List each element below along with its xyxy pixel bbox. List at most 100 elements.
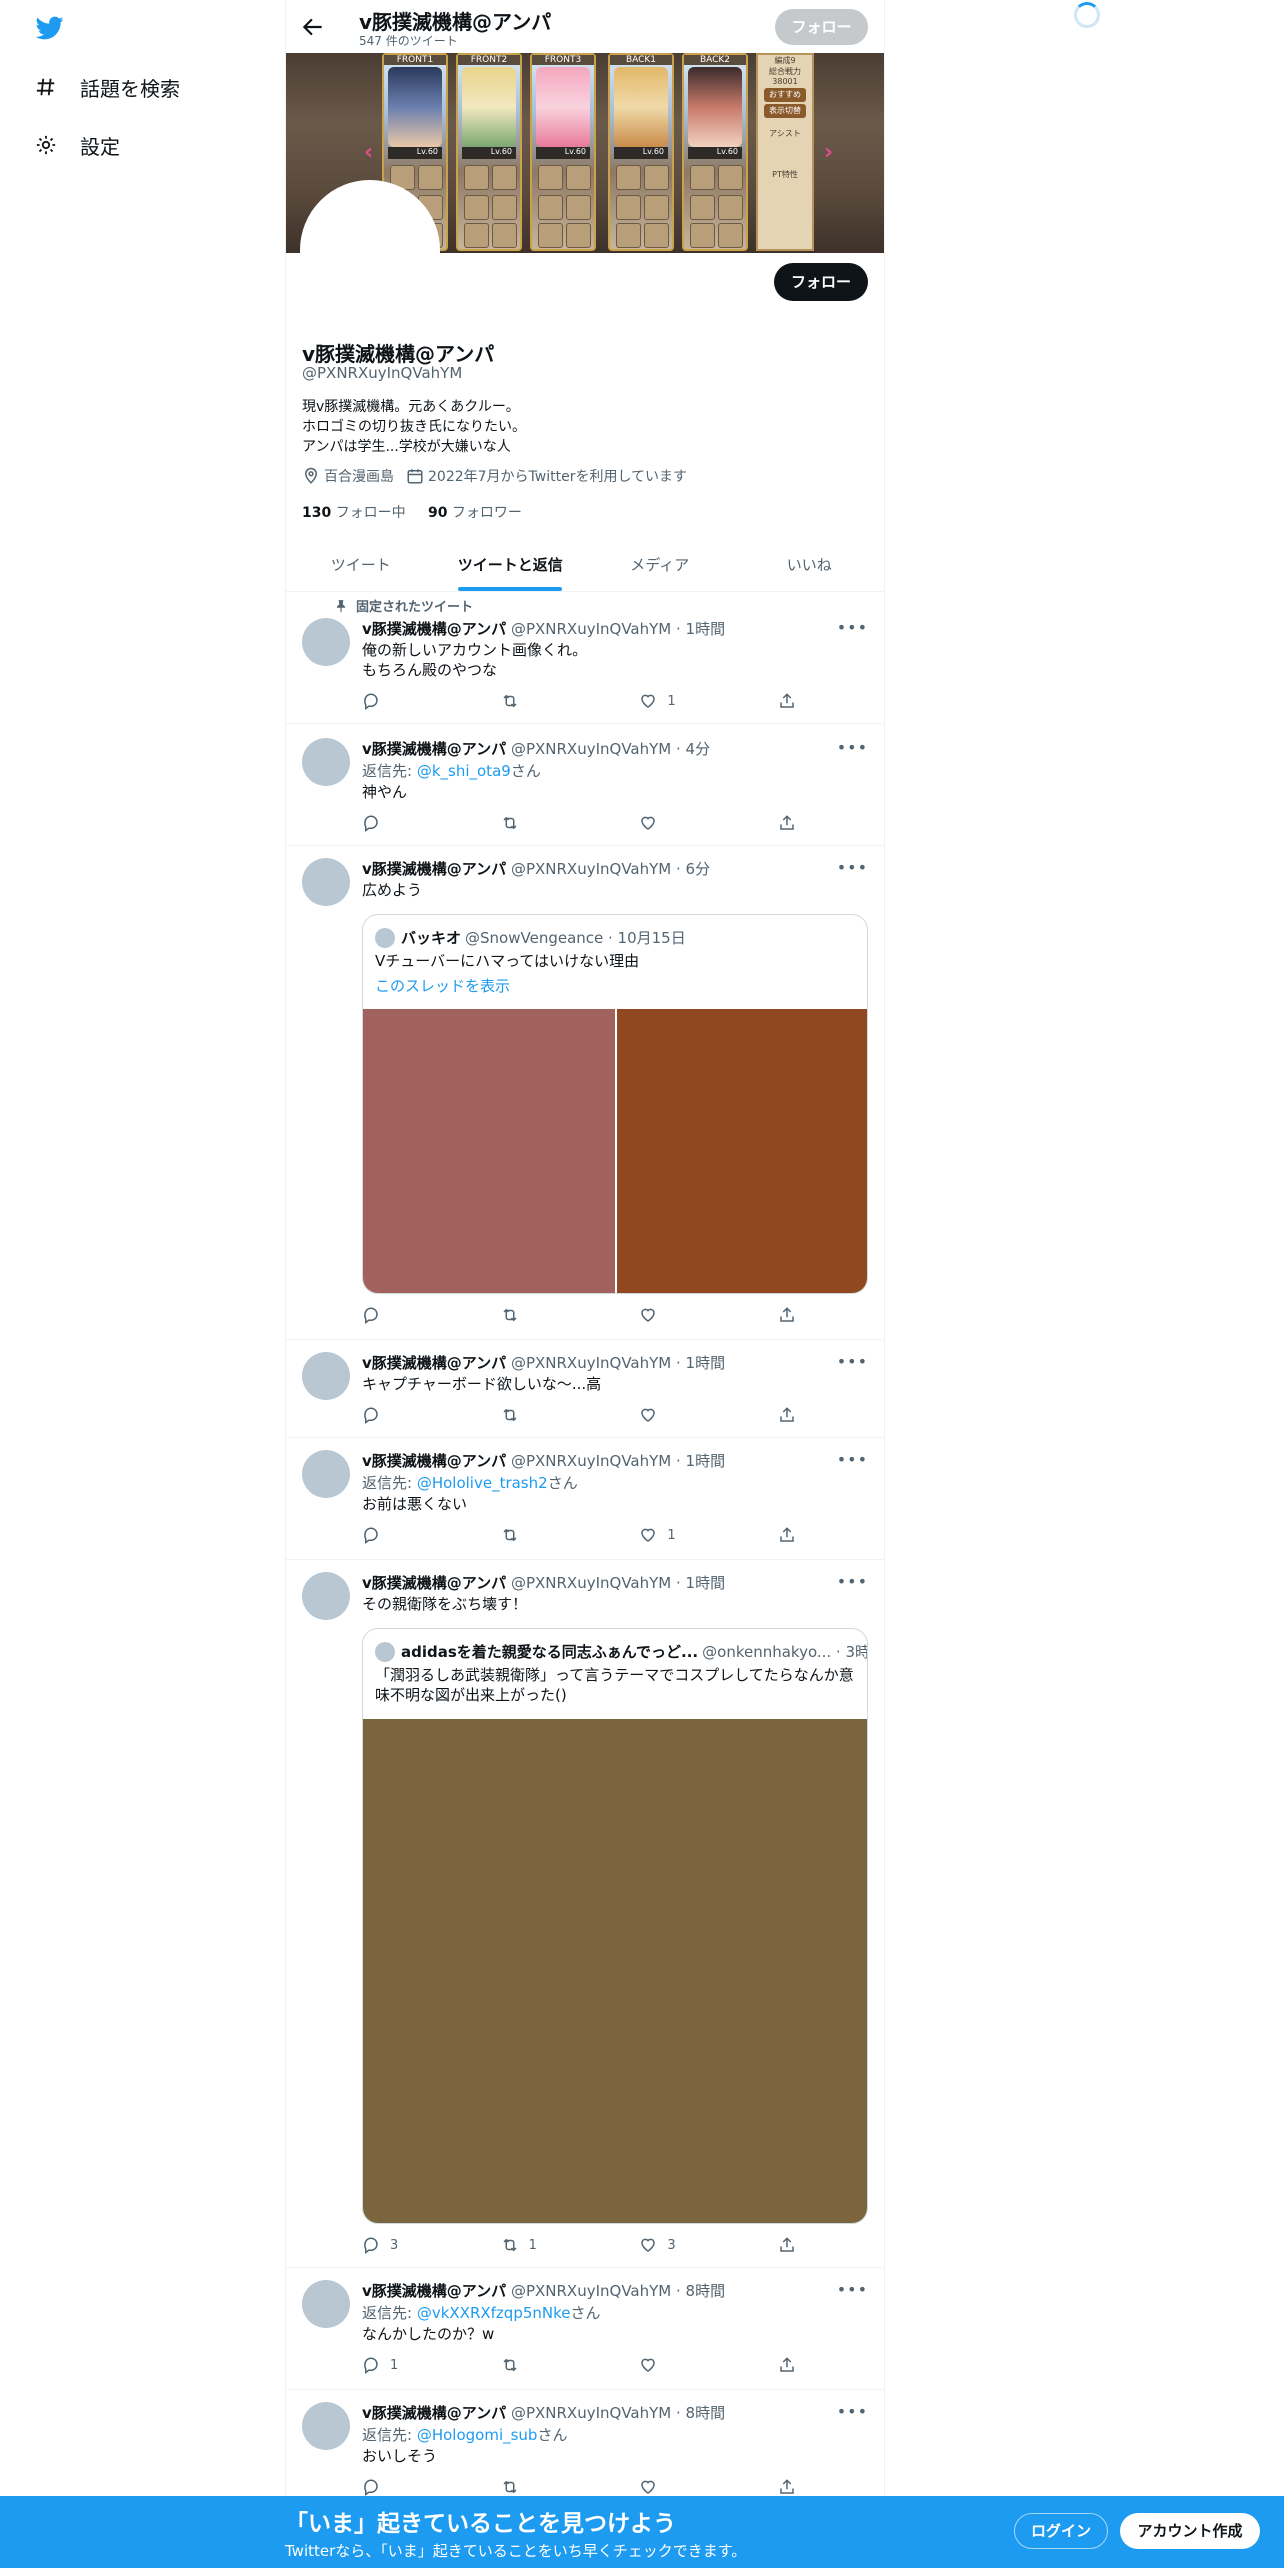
- quote-image[interactable]: [617, 1009, 867, 1293]
- share-button[interactable]: [778, 2356, 798, 2374]
- more-icon[interactable]: •••: [837, 618, 868, 637]
- quote-tweet[interactable]: adidasを着た親愛なる同志ふぁんでっど... @onkennhakyo... …: [362, 1628, 868, 2224]
- reply-button[interactable]: [362, 1406, 452, 1424]
- retweet-button[interactable]: [501, 2478, 591, 2496]
- like-button[interactable]: [639, 814, 729, 832]
- profile-avatar[interactable]: [300, 180, 440, 320]
- like-button[interactable]: [639, 2356, 729, 2374]
- tweet-text: なんかしたのか？w: [362, 2324, 494, 2344]
- tab-tweets[interactable]: ツイート: [286, 538, 436, 591]
- reply-context: 返信先: @k_shi_ota9さん: [362, 760, 541, 781]
- tab-media[interactable]: メディア: [585, 538, 735, 591]
- more-icon[interactable]: •••: [837, 2280, 868, 2299]
- reply-button[interactable]: [362, 1526, 452, 1544]
- share-icon: [780, 1407, 794, 1422]
- back-arrow-icon[interactable]: [300, 14, 326, 40]
- tweet-author[interactable]: v豚撲滅機構@アンパ: [362, 860, 506, 878]
- reply-button[interactable]: [362, 2478, 452, 2496]
- follow-button[interactable]: フォロー: [774, 263, 868, 301]
- reply-button[interactable]: [362, 692, 452, 710]
- tab-tweets-and-replies[interactable]: ツイートと返信: [436, 538, 586, 591]
- share-button[interactable]: [778, 2236, 798, 2254]
- tweet[interactable]: v豚撲滅機構@アンパ @PXNRXuyInQVahYM · 1時間 ••• 返信…: [286, 1438, 884, 1560]
- tweet-author[interactable]: v豚撲滅機構@アンパ: [362, 620, 506, 638]
- tweet-author[interactable]: v豚撲滅機構@アンパ: [362, 2404, 506, 2422]
- like-button[interactable]: [639, 1406, 729, 1424]
- reply-button[interactable]: [362, 1306, 452, 1324]
- header-follow-button[interactable]: フォロー: [775, 9, 868, 45]
- reply-icon: [364, 2479, 378, 2496]
- share-button[interactable]: [778, 1306, 798, 1324]
- tweet-author[interactable]: v豚撲滅機構@アンパ: [362, 1452, 506, 1470]
- heart-icon: [641, 2480, 656, 2494]
- retweet-button[interactable]: [501, 1306, 591, 1324]
- nav-explore[interactable]: 話題を検索: [34, 67, 180, 107]
- reply-button[interactable]: 1: [362, 2356, 452, 2374]
- reply-icon: [364, 1307, 378, 1324]
- following-link[interactable]: 130 フォロー中: [302, 505, 406, 521]
- tweet[interactable]: v豚撲滅機構@アンパ @PXNRXuyInQVahYM · 8時間 ••• 返信…: [286, 2268, 884, 2390]
- tweet-author[interactable]: v豚撲滅機構@アンパ: [362, 2282, 506, 2300]
- twitter-logo-icon[interactable]: [34, 14, 66, 42]
- more-icon[interactable]: •••: [837, 858, 868, 877]
- reply-suffix: さん: [547, 1474, 578, 1492]
- login-button[interactable]: ログイン: [1014, 2513, 1108, 2549]
- tweet[interactable]: v豚撲滅機構@アンパ @PXNRXuyInQVahYM · 1時間 ••• 俺の…: [286, 592, 884, 724]
- tab-likes[interactable]: いいね: [735, 538, 885, 591]
- more-icon[interactable]: •••: [837, 1572, 868, 1591]
- avatar[interactable]: [302, 2402, 350, 2450]
- more-icon[interactable]: •••: [837, 2402, 868, 2421]
- share-button[interactable]: [778, 1406, 798, 1424]
- reply-to-link[interactable]: @vkXXRXfzqp5nNke: [417, 2304, 571, 2322]
- quote-image[interactable]: [363, 1719, 867, 2223]
- signup-button[interactable]: アカウント作成: [1120, 2513, 1260, 2549]
- retweet-button[interactable]: [501, 2356, 591, 2374]
- show-thread-link[interactable]: このスレッドを表示: [375, 975, 510, 996]
- reply-to-link[interactable]: @Hololive_trash2: [417, 1474, 548, 1492]
- avatar[interactable]: [302, 2280, 350, 2328]
- retweet-button[interactable]: [501, 1526, 591, 1544]
- reply-button[interactable]: [362, 814, 452, 832]
- avatar[interactable]: [302, 1352, 350, 1400]
- avatar[interactable]: [302, 1450, 350, 1498]
- retweet-button[interactable]: 1: [501, 2236, 591, 2254]
- like-button[interactable]: 1: [639, 692, 729, 710]
- avatar[interactable]: [302, 858, 350, 906]
- more-icon[interactable]: •••: [837, 1450, 868, 1469]
- tweet[interactable]: v豚撲滅機構@アンパ @PXNRXuyInQVahYM · 4分 ••• 返信先…: [286, 724, 884, 846]
- tweet-text: 神やん: [362, 782, 407, 802]
- tweet-author[interactable]: v豚撲滅機構@アンパ: [362, 1574, 506, 1592]
- reply-button[interactable]: 3: [362, 2236, 452, 2254]
- quote-header: adidasを着た親愛なる同志ふぁんでっど... @onkennhakyo... …: [375, 1641, 867, 1662]
- tweet[interactable]: v豚撲滅機構@アンパ @PXNRXuyInQVahYM · 6分 ••• 広めよ…: [286, 846, 884, 1340]
- tweet-author[interactable]: v豚撲滅機構@アンパ: [362, 740, 506, 758]
- share-button[interactable]: [778, 814, 798, 832]
- tweet-author[interactable]: v豚撲滅機構@アンパ: [362, 1354, 506, 1372]
- share-button[interactable]: [778, 1526, 798, 1544]
- share-button[interactable]: [778, 2478, 798, 2496]
- like-button[interactable]: [639, 2478, 729, 2496]
- retweet-button[interactable]: [501, 814, 591, 832]
- avatar[interactable]: [302, 1572, 350, 1620]
- quote-tweet[interactable]: バッキオ @SnowVengeance · 10月15日 Vチューバーにハマっては…: [362, 914, 868, 1294]
- retweet-button[interactable]: [501, 692, 591, 710]
- like-button[interactable]: 3: [639, 2236, 729, 2254]
- share-button[interactable]: [778, 692, 798, 710]
- tweet[interactable]: v豚撲滅機構@アンパ @PXNRXuyInQVahYM · 1時間 ••• その…: [286, 1560, 884, 2268]
- avatar[interactable]: [302, 738, 350, 786]
- tweet[interactable]: v豚撲滅機構@アンパ @PXNRXuyInQVahYM · 1時間 ••• キャ…: [286, 1340, 884, 1438]
- quote-image[interactable]: [363, 1009, 615, 1293]
- followers-link[interactable]: 90 フォロワー: [428, 505, 522, 521]
- more-icon[interactable]: •••: [837, 738, 868, 757]
- nav-settings[interactable]: 設定: [34, 125, 120, 165]
- tweet[interactable]: v豚撲滅機構@アンパ @PXNRXuyInQVahYM · 8時間 ••• 返信…: [286, 2390, 884, 2512]
- avatar[interactable]: [302, 618, 350, 666]
- reply-to-link[interactable]: @Hologomi_sub: [417, 2426, 538, 2444]
- reply-to-link[interactable]: @k_shi_ota9: [417, 762, 511, 780]
- like-button[interactable]: [639, 1306, 729, 1324]
- retweet-button[interactable]: [501, 1406, 591, 1424]
- like-button[interactable]: 1: [639, 1526, 729, 1544]
- more-icon[interactable]: •••: [837, 1352, 868, 1371]
- tweet-actions: [362, 1406, 798, 1424]
- bio-line: アンパは学生...学校が大嫌いな人: [302, 439, 511, 455]
